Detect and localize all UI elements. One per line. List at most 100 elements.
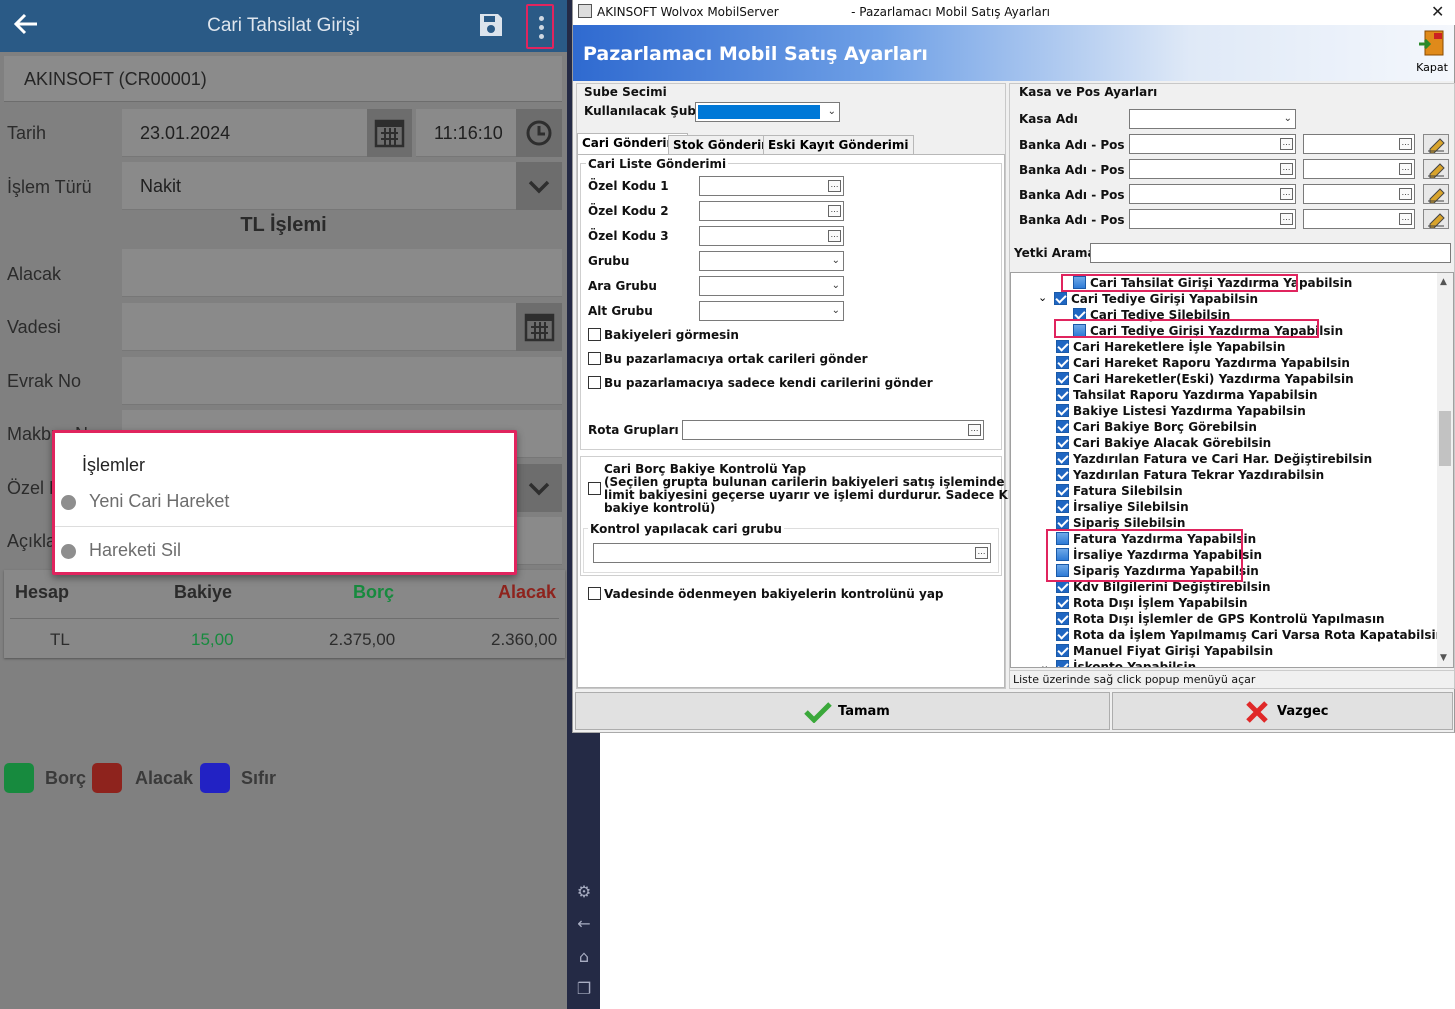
transaction-type-label: İşlem Türü [7, 177, 92, 197]
pos1-pos-field[interactable]: … [1303, 134, 1415, 154]
permission-tree[interactable]: Cari Tahsilat Girişi Yazdırma Yapabilsin… [1010, 272, 1454, 668]
close-icon[interactable]: ✕ [1431, 2, 1444, 21]
exit-button[interactable]: Kapat [1412, 28, 1452, 78]
scroll-thumb[interactable] [1439, 411, 1451, 466]
checkbox-checked-icon[interactable] [1056, 388, 1069, 401]
banner-title: Pazarlamacı Mobil Satış Ayarları [583, 43, 928, 65]
gear-icon[interactable]: ⚙ [574, 882, 594, 902]
credit-field[interactable] [122, 249, 562, 297]
legend-label: Borç [45, 768, 87, 788]
alt-grubu-select[interactable]: ⌄ [699, 301, 844, 321]
eraser-icon[interactable] [1423, 209, 1449, 229]
ozel-kodu-2-field[interactable]: … [699, 201, 844, 221]
calendar-icon[interactable] [516, 303, 562, 351]
checkbox-checked-icon[interactable] [1056, 516, 1069, 529]
due-date-field[interactable] [122, 303, 516, 351]
clock-icon[interactable] [516, 109, 562, 157]
pos3-pos-field[interactable]: … [1303, 184, 1415, 204]
ellipsis-icon[interactable]: … [1399, 213, 1412, 225]
eraser-icon[interactable] [1423, 184, 1449, 204]
ellipsis-icon[interactable]: … [1399, 163, 1412, 175]
scroll-down-icon[interactable]: ▼ [1440, 653, 1447, 663]
windows-icon[interactable]: ❐ [574, 979, 594, 999]
kontrol-group-field[interactable]: … [593, 543, 991, 563]
checkbox-borc-kontrol[interactable] [588, 482, 601, 495]
ellipsis-icon[interactable]: … [1280, 188, 1293, 200]
checkbox-checked-icon[interactable] [1054, 292, 1067, 305]
checkbox-checked-icon[interactable] [1056, 420, 1069, 433]
popup-item-new[interactable]: Yeni Cari Hareket [55, 479, 514, 527]
checkbox-checked-icon[interactable] [1056, 452, 1069, 465]
ellipsis-icon[interactable]: … [1399, 188, 1412, 200]
pos4-pos-field[interactable]: … [1303, 209, 1415, 229]
branch-select[interactable]: ⌄ [695, 102, 840, 122]
ellipsis-icon[interactable]: … [975, 547, 988, 559]
scrollbar[interactable]: ▲ ▼ [1437, 273, 1453, 667]
ellipsis-icon[interactable]: … [828, 230, 841, 242]
transaction-type-select[interactable]: Nakit [122, 162, 516, 210]
yetki-arama-input[interactable] [1090, 243, 1451, 263]
home-icon[interactable]: ⌂ [574, 947, 594, 967]
ellipsis-icon[interactable]: … [1399, 138, 1412, 150]
grubu-select[interactable]: ⌄ [699, 251, 844, 271]
checkbox-ortak-cari[interactable] [588, 352, 601, 365]
checkbox-checked-icon[interactable] [1056, 596, 1069, 609]
checkbox-checked-icon[interactable] [1056, 644, 1069, 657]
popup-item-delete[interactable]: Hareketi Sil [55, 528, 514, 576]
ok-button[interactable]: Tamam [575, 692, 1110, 730]
ellipsis-icon[interactable]: … [828, 205, 841, 217]
arrow-left-icon[interactable] [12, 10, 42, 40]
checkbox-checked-icon[interactable] [1056, 356, 1069, 369]
checkbox-checked-icon[interactable] [1056, 660, 1069, 667]
eraser-icon[interactable] [1423, 159, 1449, 179]
rota-field[interactable]: … [682, 420, 984, 440]
more-options-icon[interactable] [526, 4, 554, 49]
cancel-button[interactable]: Vazgec [1112, 692, 1453, 730]
ozel-kodu-1-field[interactable]: … [699, 176, 844, 196]
chevron-down-icon[interactable] [516, 464, 562, 512]
scroll-up-icon[interactable]: ▲ [1440, 277, 1447, 287]
checkbox-vade[interactable] [588, 587, 601, 600]
pos4-bank-field[interactable]: … [1129, 209, 1296, 229]
checkbox-checked-icon[interactable] [1056, 436, 1069, 449]
pos3-bank-field[interactable]: … [1129, 184, 1296, 204]
checkbox-checked-icon[interactable] [1056, 372, 1069, 385]
time-field[interactable]: 11:16:10 [416, 109, 516, 157]
checkbox-checked-icon[interactable] [1056, 340, 1069, 353]
checkbox-checked-icon[interactable] [1056, 468, 1069, 481]
ara-grubu-select[interactable]: ⌄ [699, 276, 844, 296]
pos2-bank-field[interactable]: … [1129, 159, 1296, 179]
arrow-left-icon[interactable]: ← [574, 914, 594, 934]
checkbox-checked-icon[interactable] [1056, 484, 1069, 497]
header-banner: Pazarlamacı Mobil Satış Ayarları [573, 25, 1454, 81]
customer-name[interactable]: AKINSOFT (CR00001) [4, 56, 562, 102]
ellipsis-icon[interactable]: … [1280, 138, 1293, 150]
ellipsis-icon[interactable]: … [828, 180, 841, 192]
ozel-kodu-3-field[interactable]: … [699, 226, 844, 246]
checkbox-checked-icon[interactable] [1056, 404, 1069, 417]
checkbox-kendi-cari[interactable] [588, 376, 601, 389]
date-field[interactable]: 23.01.2024 [122, 109, 367, 157]
kasa-adi-select[interactable]: ⌄ [1129, 109, 1296, 129]
document-no-field[interactable] [122, 357, 562, 405]
chevron-down-icon[interactable] [516, 162, 562, 210]
expand-chevron-icon[interactable]: ⌄ [1038, 291, 1047, 304]
ellipsis-icon[interactable]: … [1280, 163, 1293, 175]
ellipsis-icon[interactable]: … [1280, 213, 1293, 225]
tab-eski[interactable]: Eski Kayıt Gönderimi [763, 135, 914, 154]
checkbox-checked-icon[interactable] [1056, 612, 1069, 625]
checkbox-checked-icon[interactable] [1056, 500, 1069, 513]
checkbox-checked-icon[interactable] [1056, 628, 1069, 641]
pos2-pos-field[interactable]: … [1303, 159, 1415, 179]
exit-door-icon [1419, 30, 1444, 56]
legend-label: Sıfır [241, 768, 277, 788]
calendar-icon[interactable] [367, 109, 412, 157]
pos1-bank-field[interactable]: … [1129, 134, 1296, 154]
tree-item-label: İrsaliye Silebilsin [1073, 500, 1189, 514]
checkbox-bakiye[interactable] [588, 328, 601, 341]
ellipsis-icon[interactable]: … [968, 424, 981, 436]
save-icon[interactable] [478, 12, 504, 38]
tree-item-label: Cari Hareketlere İşle Yapabilsin [1073, 340, 1286, 354]
eraser-icon[interactable] [1423, 134, 1449, 154]
expand-chevron-icon[interactable]: ⌄ [1040, 659, 1049, 667]
